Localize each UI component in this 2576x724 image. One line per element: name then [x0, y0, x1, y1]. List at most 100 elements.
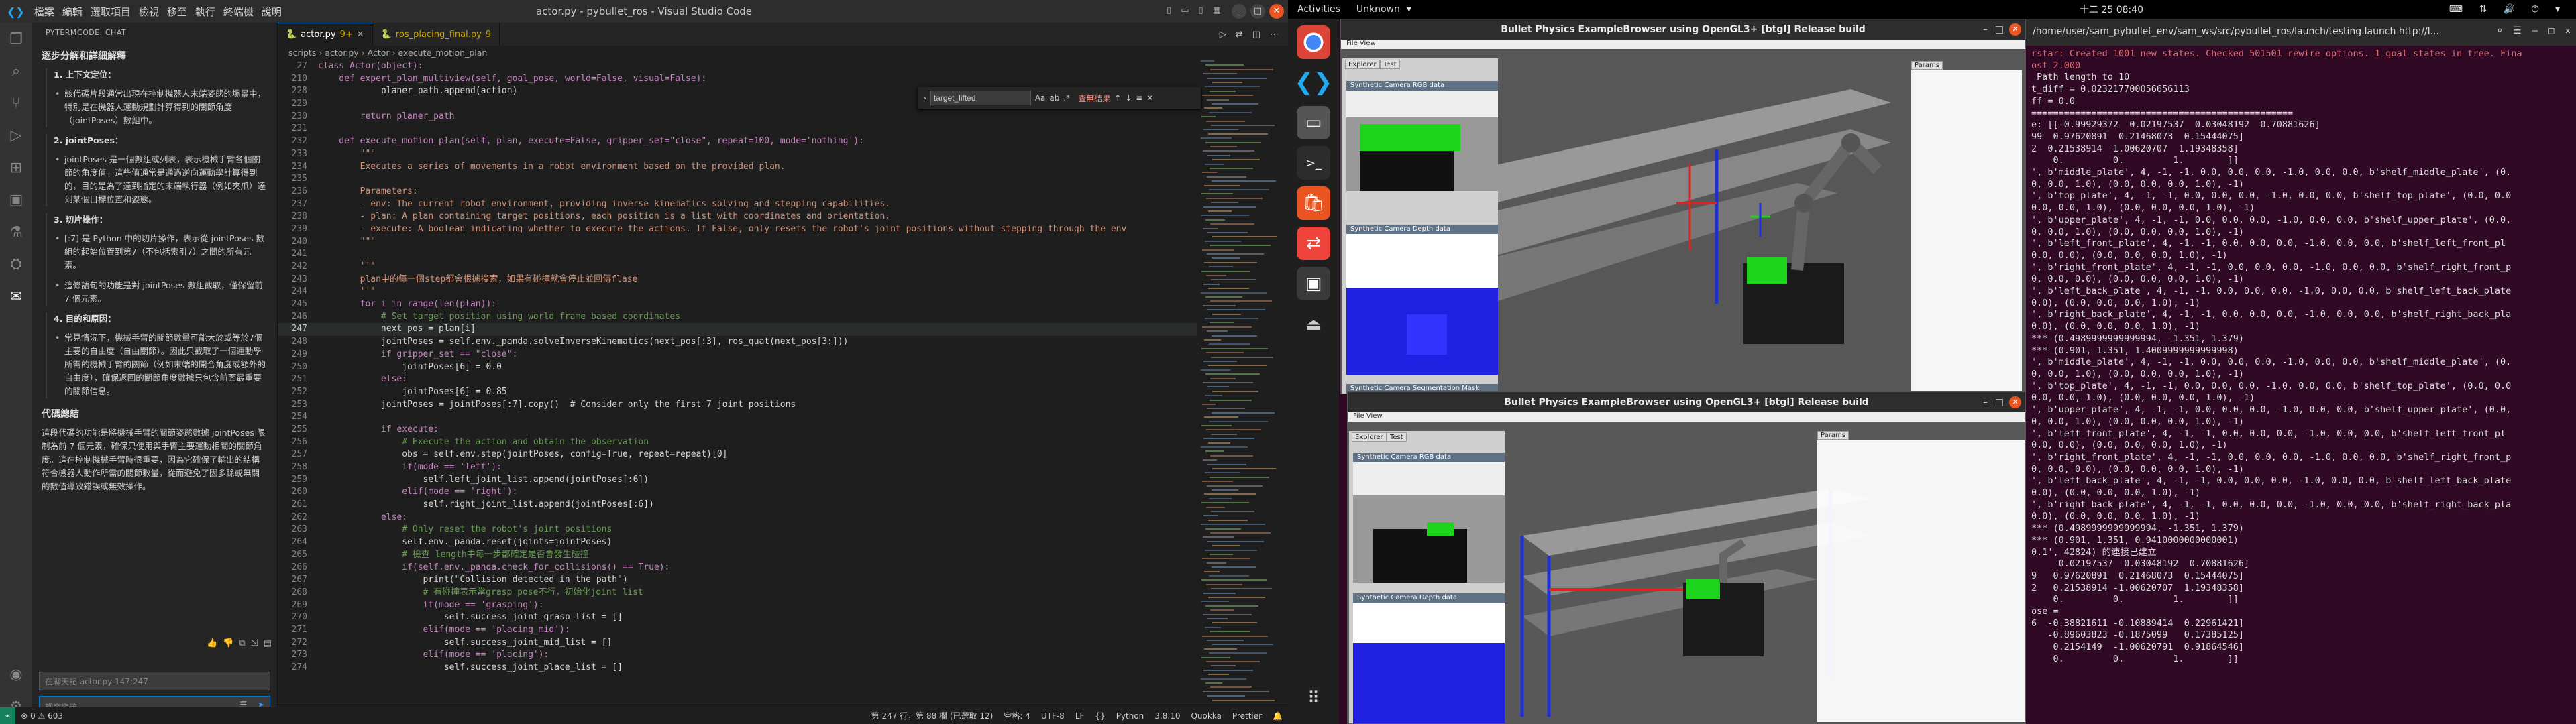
docker-icon[interactable]: ⛭ [0, 248, 32, 280]
search-icon[interactable]: ⌕ [0, 55, 32, 87]
code-line[interactable]: 240 """ [278, 236, 1197, 249]
toggle-secondary-icon[interactable]: ▯ [1199, 5, 1203, 15]
code-line[interactable]: 241 [278, 248, 1197, 261]
explorer-tab[interactable]: Explorer [1345, 60, 1380, 69]
code-line[interactable]: 264 self.env._panda.reset(joints=jointPo… [278, 536, 1197, 549]
explorer-icon[interactable]: ❐ [0, 23, 32, 55]
menu-item[interactable]: 選取項目 [87, 5, 135, 19]
code-line[interactable]: 246 # Set target position using world fr… [278, 311, 1197, 324]
bw2-maximize-button[interactable]: □ [1995, 392, 2004, 412]
terminal-minimize-button[interactable]: – [2532, 25, 2538, 36]
code-line[interactable]: 235 [278, 173, 1197, 186]
code-line[interactable]: 257 obs = self.env.step(jointPoses, conf… [278, 448, 1197, 461]
code-line[interactable]: 258 if(mode == 'left'): [278, 461, 1197, 474]
code-line[interactable]: 267 print("Collision detected in the pat… [278, 574, 1197, 587]
run-icon[interactable]: ▷ [1220, 29, 1226, 40]
match-case-icon[interactable]: Aa [1035, 93, 1046, 103]
terminal-icon[interactable]: >_ [1297, 146, 1330, 180]
thumbs-down-icon[interactable]: 👎 [223, 638, 233, 648]
insert-icon[interactable]: ⇲ [251, 638, 258, 648]
code-line[interactable]: 269 if(mode == 'grasping'): [278, 599, 1197, 612]
code-line[interactable]: 232 def execute_motion_plan(self, plan, … [278, 135, 1197, 148]
toggle-panel-icon[interactable]: ▭ [1181, 5, 1189, 15]
code-line[interactable]: 251 else: [278, 373, 1197, 386]
test-tab[interactable]: Test [1380, 60, 1400, 69]
code-line[interactable]: 268 # 有碰撞表示當grasp pose不行，初始化joint list [278, 587, 1197, 599]
close-find-icon[interactable]: ✕ [1146, 93, 1153, 103]
menu-item[interactable]: 說明 [258, 5, 286, 19]
tab-actor-py[interactable]: 🐍 actor.py 9+ ✕ [278, 23, 373, 46]
breadcrumb-item[interactable]: execute_motion_plan [398, 48, 488, 58]
code-line[interactable]: 274 self.success_joint_place_list = [] [278, 662, 1197, 674]
encoding[interactable]: UTF-8 [1036, 711, 1070, 721]
code-line[interactable]: 248 jointPoses = self.env._panda.solveIn… [278, 336, 1197, 349]
menu-item[interactable]: 終端機 [219, 5, 258, 19]
copy-icon[interactable]: ⧉ [239, 638, 245, 648]
remote-explorer-icon[interactable]: ▣ [0, 184, 32, 216]
run-debug-icon[interactable]: ▷ [0, 119, 32, 152]
anydesk-icon[interactable]: ⇄ [1297, 227, 1330, 260]
code-line[interactable]: 236 Parameters: [278, 186, 1197, 198]
maximize-button[interactable]: □ [1250, 4, 1265, 19]
find-in-selection-icon[interactable]: ≡ [1136, 93, 1142, 103]
minimize-button[interactable]: – [1232, 4, 1246, 19]
code-line[interactable]: 27 class Actor(object): [278, 60, 1197, 73]
testing-icon[interactable]: ⚗ [0, 216, 32, 248]
code-line[interactable]: 263 # Only reset the robot's joint posit… [278, 524, 1197, 536]
code-line[interactable]: 233 """ [278, 148, 1197, 161]
code-line[interactable]: 247 next_pos = plan[i] [278, 323, 1197, 337]
app-menu[interactable]: Unknown [1350, 4, 1407, 15]
code-line[interactable]: 210 def expert_plan_multiview(self, goal… [278, 73, 1197, 86]
find-input[interactable] [930, 90, 1031, 105]
code-line[interactable]: 253 jointPoses = jointPoses[:7].copy() #… [278, 399, 1197, 412]
next-match-icon[interactable]: ↓ [1125, 93, 1132, 103]
terminal-maximize-button[interactable]: □ [2548, 25, 2554, 36]
close-tab-icon[interactable]: ✕ [357, 29, 364, 40]
code-line[interactable]: 273 elif(mode == 'placing'): [278, 649, 1197, 662]
files-icon[interactable]: ▭ [1297, 106, 1330, 139]
chat-icon[interactable]: ✉ [0, 280, 32, 312]
new-file-icon[interactable]: ▤ [264, 638, 272, 648]
problems-count[interactable]: ⊗ 0 ⚠ 603 [15, 711, 68, 721]
code-line[interactable]: 243 plan中的每一個step都會根據搜索，如果有碰撞就會停止並回傳flas… [278, 274, 1197, 286]
show-apps-icon[interactable]: ⠿ [1297, 681, 1330, 715]
regex-icon[interactable]: .* [1063, 93, 1070, 103]
terminal-search-icon[interactable]: ⌕ [2497, 25, 2502, 36]
code-line[interactable]: 262 else: [278, 511, 1197, 524]
notifications-icon[interactable]: 🔔 [1267, 711, 1288, 721]
quokka-status[interactable]: Quokka [1185, 711, 1226, 721]
chat-context-input[interactable]: 在聊天記 actor.py 147:247 [39, 672, 270, 690]
close-button[interactable]: ✕ [1269, 4, 1284, 19]
prev-match-icon[interactable]: ↑ [1114, 93, 1121, 103]
terminal-menu-icon[interactable]: ☰ [2513, 25, 2522, 36]
bullet-menu[interactable]: File View [1341, 40, 2025, 49]
usb-drive-icon[interactable]: ⏏ [1297, 308, 1330, 342]
extensions-icon[interactable]: ⊞ [0, 152, 32, 184]
eol[interactable]: LF [1070, 711, 1090, 721]
vscode-icon[interactable]: ❮❯ [1295, 66, 1333, 99]
params-tab[interactable]: Params [1911, 61, 1943, 70]
terminal-output[interactable]: rstar: Created 1001 new states. Checked … [2026, 46, 2576, 723]
cursor-position[interactable]: 第 247 行，第 88 欄 (已選取 12) [866, 710, 999, 721]
code-line[interactable]: 270 self.success_joint_grasp_list = [] [278, 611, 1197, 624]
code-line[interactable]: 260 elif(mode == 'right'): [278, 486, 1197, 499]
customize-layout-icon[interactable]: ▦ [1213, 5, 1221, 15]
bw1-minimize-button[interactable]: – [1983, 19, 1988, 40]
bw1-close-button[interactable]: ✕ [2009, 23, 2021, 36]
bullet-menu[interactable]: File View [1348, 412, 2025, 422]
tab-ros-placing-final[interactable]: 🐍 ros_placing_final.py 9 [373, 23, 500, 46]
code-line[interactable]: 261 self.right_joint_list.append(jointPo… [278, 499, 1197, 511]
clock[interactable]: 十二 25 08:40 [2080, 3, 2143, 16]
source-control-icon[interactable]: ⑂ [0, 87, 32, 119]
menu-item[interactable]: 移至 [163, 5, 191, 19]
toggle-sidebar-icon[interactable]: ▯ [1167, 5, 1171, 15]
menu-item[interactable]: 檔案 [30, 5, 58, 19]
more-actions-icon[interactable]: ⋯ [1270, 29, 1279, 40]
code-line[interactable]: 266 if(self.env._panda.check_for_collisi… [278, 562, 1197, 575]
thumbs-up-icon[interactable]: 👍 [207, 638, 217, 648]
code-line[interactable]: 230 return planer_path [278, 111, 1197, 123]
braces-icon[interactable]: {} [1089, 711, 1110, 721]
code-line[interactable]: 244 ''' [278, 286, 1197, 298]
expand-replace-icon[interactable]: › [923, 93, 926, 103]
code-line[interactable]: 271 elif(mode == 'placing_mid'): [278, 624, 1197, 637]
